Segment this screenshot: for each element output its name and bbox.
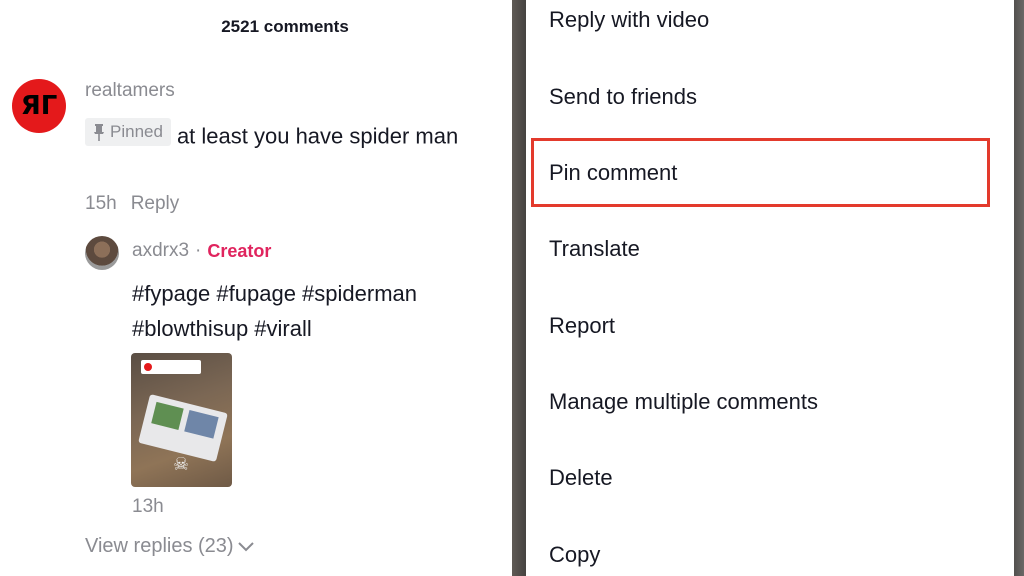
comments-panel: 2521 comments ЯГ realtamers Pinned at le… — [0, 0, 512, 576]
chevron-down-icon — [237, 541, 254, 551]
menu-item-copy[interactable]: Copy — [549, 542, 600, 568]
comment-time: 15h — [85, 193, 117, 214]
comment-username[interactable]: realtamers — [85, 80, 175, 102]
comment-meta: 15h Reply — [85, 193, 179, 215]
separator-dot: · — [195, 240, 202, 261]
menu-item-report[interactable]: Report — [549, 313, 615, 339]
menu-item-pin-comment[interactable]: Pin comment — [549, 160, 677, 186]
avatar[interactable]: ЯГ — [12, 79, 66, 133]
reply-username[interactable]: axdrx3 — [132, 240, 189, 262]
menu-item-translate[interactable]: Translate — [549, 236, 640, 262]
skull-icon: ☠ — [173, 454, 190, 475]
reply-video-thumbnail[interactable]: ☠ — [131, 353, 232, 487]
reply-button[interactable]: Reply — [131, 193, 180, 215]
menu-item-reply-with-video[interactable]: Reply with video — [549, 7, 709, 33]
pinned-label: Pinned — [110, 122, 163, 141]
reply-text: #fypage #fupage #spiderman #blowthisup #… — [132, 281, 417, 341]
comment-text: at least you have spider man — [176, 123, 459, 149]
menu-item-delete[interactable]: Delete — [549, 465, 613, 491]
menu-item-send-to-friends[interactable]: Send to friends — [549, 84, 697, 110]
reply-avatar[interactable] — [85, 236, 119, 270]
pinned-badge: Pinned — [85, 118, 171, 146]
view-replies-label: View replies (23) — [85, 535, 234, 557]
creator-badge: Creator — [207, 240, 272, 261]
thumbnail-comment-card — [141, 360, 201, 374]
comment-body: Pinned at least you have spider man — [85, 118, 485, 154]
reply-user-row: axdrx3 · Creator — [132, 240, 271, 262]
action-sheet-panel: Reply with video Send to friends Pin com… — [512, 0, 1024, 576]
menu-item-manage-multiple-comments[interactable]: Manage multiple comments — [549, 389, 818, 415]
comments-count-header: 2521 comments — [221, 17, 349, 36]
thumbnail-box — [138, 394, 228, 462]
action-menu: Reply with video Send to friends Pin com… — [526, 0, 1014, 576]
reply-time: 13h — [132, 496, 164, 517]
pin-icon — [94, 123, 104, 141]
view-replies-button[interactable]: View replies (23) — [85, 535, 254, 558]
